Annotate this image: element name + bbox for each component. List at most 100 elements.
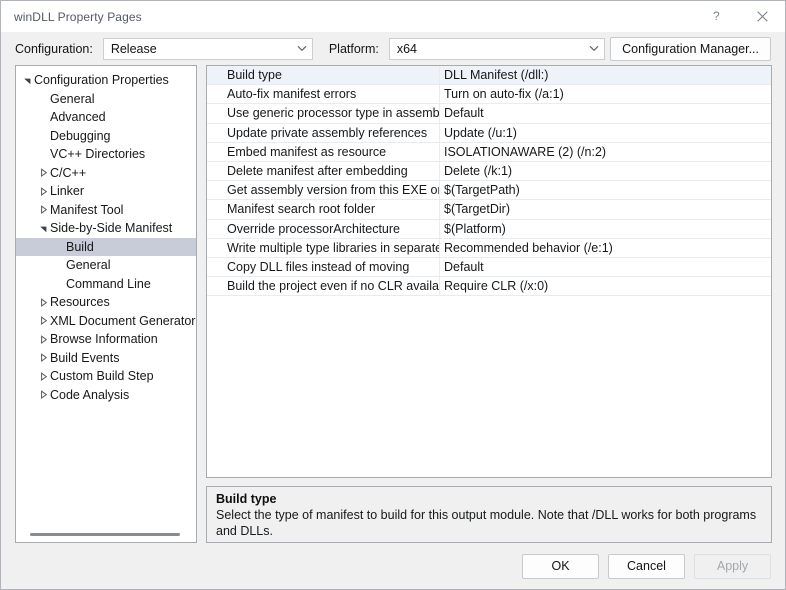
tree-item-label: VC++ Directories: [50, 147, 146, 162]
property-name: Override processorArchitecture: [227, 221, 400, 236]
configuration-select[interactable]: Release: [102, 37, 313, 60]
property-name: Delete manifest after embedding: [227, 164, 408, 179]
tree-item-code-analysis[interactable]: Code Analysis: [16, 386, 196, 405]
property-row[interactable]: Build type DLL Manifest (/dll:): [207, 66, 771, 86]
apply-button: Apply: [694, 553, 771, 579]
property-pane: Build type DLL Manifest (/dll:) Auto-fix m…: [206, 65, 772, 543]
tree-item-resources[interactable]: Resources: [16, 293, 196, 312]
property-value[interactable]: Default: [439, 257, 771, 277]
property-row[interactable]: Manifest search root folder $(TargetDir): [207, 200, 771, 220]
ok-button[interactable]: OK: [522, 553, 599, 579]
property-value[interactable]: Update (/u:1): [439, 123, 771, 142]
configuration-toolbar: Configuration: Release Platform: x64 Con…: [1, 32, 785, 65]
property-value[interactable]: Recommended behavior (/e:1): [439, 238, 771, 257]
property-value[interactable]: $(TargetDir): [439, 200, 771, 219]
tree-item-linker[interactable]: Linker: [16, 182, 196, 201]
property-name: Build the project even if no CLR availab…: [227, 279, 439, 294]
collapsed-triangle-icon[interactable]: [37, 353, 50, 363]
cancel-button[interactable]: Cancel: [608, 553, 685, 579]
property-row[interactable]: Update private assembly references Update…: [207, 123, 771, 143]
tree-item-label: C/C++: [50, 165, 87, 180]
tree-item-command-line[interactable]: Command Line: [16, 275, 196, 294]
property-value[interactable]: ISOLATIONAWARE (2) (/n:2): [439, 142, 771, 161]
title-bar: winDLL Property Pages ?: [1, 1, 785, 32]
tree-item-general[interactable]: General: [16, 90, 196, 109]
configuration-value: Release: [110, 41, 157, 56]
collapsed-triangle-icon[interactable]: [37, 390, 50, 400]
chevron-down-icon: [292, 45, 312, 52]
property-grid[interactable]: Build type DLL Manifest (/dll:) Auto-fix m…: [206, 65, 772, 478]
tree-item-label: General: [66, 258, 111, 273]
tree-item-side-by-side-manifest[interactable]: Side-by-Side Manifest: [16, 219, 196, 238]
property-row[interactable]: Auto-fix manifest errors Turn on auto-fix…: [207, 85, 771, 105]
collapsed-triangle-icon[interactable]: [37, 168, 50, 178]
tree-item-label: Manifest Tool: [50, 202, 124, 217]
expanded-triangle-icon[interactable]: [37, 224, 50, 233]
property-name: Build type: [227, 68, 282, 83]
property-tree-pane: Configuration Properties General Advanced D…: [15, 65, 197, 543]
tree-item-configuration-properties[interactable]: Configuration Properties: [16, 71, 196, 90]
tree-item-custom-build-step[interactable]: Custom Build Step: [16, 367, 196, 386]
tree-item-label: Build Events: [50, 350, 120, 365]
help-question-icon[interactable]: ?: [695, 1, 740, 32]
collapsed-triangle-icon[interactable]: [37, 186, 50, 196]
collapsed-triangle-icon[interactable]: [37, 334, 50, 344]
property-name: Get assembly version from this EXE or DL…: [227, 183, 439, 198]
configuration-manager-button[interactable]: Configuration Manager...: [610, 36, 771, 61]
tree-item-xml-document-generator[interactable]: XML Document Generator: [16, 312, 196, 331]
property-tree[interactable]: Configuration Properties General Advanced D…: [16, 66, 196, 527]
dialog-body: Configuration Properties General Advanced D…: [1, 65, 785, 543]
tree-item-label: Build: [66, 239, 94, 254]
description-panel: Build type Select the type of manifest t…: [206, 486, 772, 543]
window-controls: ?: [695, 1, 785, 32]
tree-item-label: Custom Build Step: [50, 369, 154, 384]
property-name: Manifest search root folder: [227, 202, 375, 217]
tree-item-build[interactable]: Build: [16, 237, 196, 256]
tree-item-general[interactable]: General: [16, 256, 196, 275]
property-row[interactable]: Get assembly version from this EXE or DL…: [207, 181, 771, 201]
property-name: Update private assembly references: [227, 125, 428, 140]
collapsed-triangle-icon[interactable]: [37, 371, 50, 381]
tree-item-browse-information[interactable]: Browse Information: [16, 330, 196, 349]
property-value[interactable]: Delete (/k:1): [439, 161, 771, 181]
property-value[interactable]: Require CLR (/x:0): [439, 277, 771, 296]
property-value[interactable]: $(Platform): [439, 219, 771, 238]
close-icon[interactable]: [740, 1, 785, 32]
tree-item-advanced[interactable]: Advanced: [16, 108, 196, 127]
property-value[interactable]: Turn on auto-fix (/a:1): [439, 85, 771, 104]
property-value[interactable]: Default: [439, 104, 771, 123]
tree-item-vc-directories[interactable]: VC++ Directories: [16, 145, 196, 164]
tree-item-label: Configuration Properties: [34, 73, 169, 88]
collapsed-triangle-icon[interactable]: [37, 316, 50, 326]
property-row[interactable]: Use generic processor type in assembly De…: [207, 104, 771, 124]
property-row[interactable]: Embed manifest as resource ISOLATIONAWARE…: [207, 142, 771, 162]
property-row[interactable]: Override processorArchitecture $(Platform…: [207, 219, 771, 239]
tree-item-manifest-tool[interactable]: Manifest Tool: [16, 201, 196, 220]
expanded-triangle-icon[interactable]: [21, 76, 34, 85]
collapsed-triangle-icon[interactable]: [37, 205, 50, 215]
chevron-down-icon: [584, 45, 604, 52]
tree-scrollbar-thumb[interactable]: [30, 533, 180, 536]
property-value[interactable]: DLL Manifest (/dll:): [439, 66, 771, 85]
platform-label: Platform:: [328, 41, 379, 56]
collapsed-triangle-icon[interactable]: [37, 297, 50, 307]
tree-item-build-events[interactable]: Build Events: [16, 349, 196, 368]
tree-item-label: Side-by-Side Manifest: [50, 221, 173, 236]
tree-item-label: XML Document Generator: [50, 313, 196, 328]
tree-item-label: Resources: [50, 295, 110, 310]
property-row[interactable]: Delete manifest after embedding Delete (/…: [207, 161, 771, 182]
tree-item-label: Advanced: [50, 110, 106, 125]
property-row[interactable]: Build the project even if no CLR availab…: [207, 277, 771, 297]
property-row[interactable]: Copy DLL files instead of moving Default: [207, 257, 771, 278]
property-value[interactable]: $(TargetPath): [439, 181, 771, 200]
tree-horizontal-scrollbar[interactable]: [16, 527, 196, 542]
property-pages-dialog: winDLL Property Pages ? Configuration: R…: [0, 0, 786, 590]
property-row[interactable]: Write multiple type libraries in separat…: [207, 238, 771, 258]
tree-item-label: General: [50, 91, 95, 106]
tree-item-debugging[interactable]: Debugging: [16, 127, 196, 146]
tree-item-label: Browse Information: [50, 332, 158, 347]
description-text: Select the type of manifest to build for…: [216, 508, 757, 538]
tree-item-c-c[interactable]: C/C++: [16, 164, 196, 183]
platform-select[interactable]: x64: [388, 37, 605, 60]
window-title: winDLL Property Pages: [14, 9, 142, 24]
